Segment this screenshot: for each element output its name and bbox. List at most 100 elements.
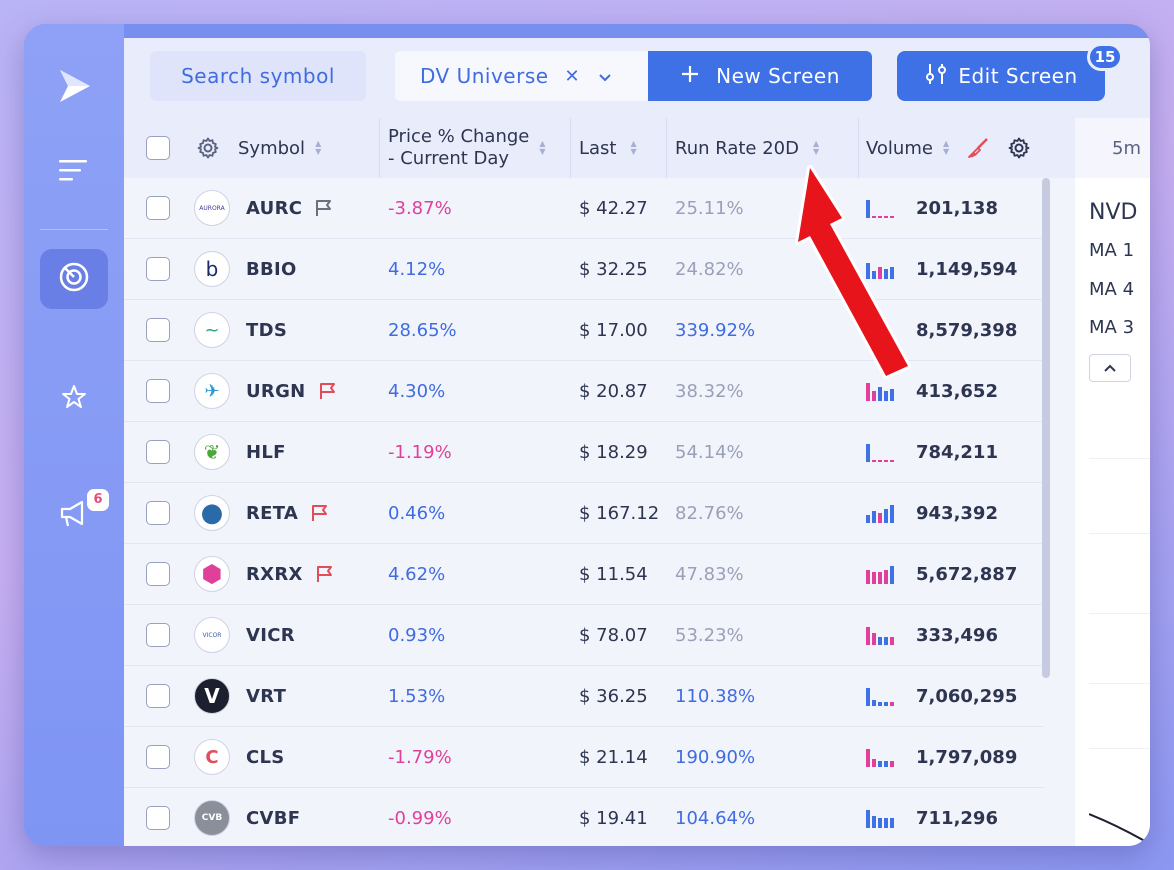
edit-screen-label: Edit Screen: [958, 64, 1078, 88]
column-header-symbol[interactable]: Symbol ▲ ▼: [238, 118, 321, 178]
last-price-cell: $ 36.25: [579, 685, 648, 707]
symbol-cell[interactable]: HLF: [246, 422, 286, 482]
run-rate-cell: 38.32%: [675, 380, 744, 402]
row-checkbox[interactable]: [146, 483, 170, 543]
sliders-icon: [924, 62, 948, 91]
brush-icon[interactable]: [966, 118, 990, 178]
table-row[interactable]: b BBIO 4.12% $ 32.25 24.82% 1,149,594: [124, 239, 1044, 300]
symbol-cell[interactable]: VRT: [246, 666, 286, 726]
price-change-cell: -1.19%: [388, 441, 452, 463]
company-logo: VICOR: [194, 605, 230, 665]
company-logo: V: [194, 666, 230, 726]
toolbar: Search symbol DV Universe ✕ New Screen E…: [124, 38, 1150, 118]
run-rate-cell: 53.23%: [675, 624, 744, 646]
sidebar-item-watchlist[interactable]: [40, 369, 108, 429]
run-rate-cell: 25.11%: [675, 197, 744, 219]
symbol-cell[interactable]: BBIO: [246, 239, 297, 299]
row-checkbox[interactable]: [146, 422, 170, 482]
row-checkbox[interactable]: [146, 605, 170, 665]
column-header-price-change[interactable]: Price % Change - Current Day ▲ ▼: [388, 118, 546, 178]
last-price-cell: $ 17.00: [579, 319, 648, 341]
symbol-cell[interactable]: AURC: [246, 178, 334, 238]
table-row[interactable]: ✈ URGN 4.30% $ 20.87 38.32% 413,652: [124, 361, 1044, 422]
column-header-last[interactable]: Last ▲ ▼: [579, 118, 637, 178]
table-header: Symbol ▲ ▼ Price % Change - Current Day ▲…: [124, 118, 1075, 178]
column-header-volume[interactable]: Volume ▲ ▼: [866, 118, 949, 178]
table-scrollbar[interactable]: [1042, 178, 1050, 678]
row-checkbox[interactable]: [146, 178, 170, 238]
price-change-cell: -1.79%: [388, 746, 452, 768]
flag-icon[interactable]: [310, 503, 330, 523]
company-logo: C: [194, 727, 230, 787]
column-divider: [570, 118, 571, 178]
chart-panel: 5m NVD MA 1 MA 4 MA 3: [1075, 118, 1150, 846]
table-row[interactable]: ● RETA 0.46% $ 167.12 82.76% 943,392: [124, 483, 1044, 544]
table-row[interactable]: V VRT 1.53% $ 36.25 110.38% 7,060,295: [124, 666, 1044, 727]
universe-label: DV Universe: [420, 64, 549, 88]
clear-universe-icon[interactable]: ✕: [565, 66, 580, 87]
chart-gridline: [1089, 613, 1150, 614]
chevron-down-icon[interactable]: [598, 64, 612, 88]
row-checkbox[interactable]: [146, 788, 170, 846]
sidebar-item-scanner[interactable]: [40, 249, 108, 309]
sort-icon: ▲ ▼: [539, 139, 546, 156]
flag-icon[interactable]: [315, 564, 335, 584]
ma-line-2: MA 4: [1089, 279, 1135, 300]
symbol-cell[interactable]: TDS: [246, 300, 287, 360]
column-settings-icon[interactable]: [196, 118, 220, 178]
column-header-run-rate[interactable]: Run Rate 20D ▲ ▼: [675, 118, 819, 178]
volume-sparkline: [866, 239, 900, 299]
star-icon: [60, 383, 88, 415]
volume-sparkline: [866, 605, 900, 665]
symbol-cell[interactable]: RETA: [246, 483, 330, 543]
run-rate-cell: 82.76%: [675, 502, 744, 524]
symbol-label: RETA: [246, 502, 299, 524]
table-row[interactable]: CVB CVBF -0.99% $ 19.41 104.64% 711,296: [124, 788, 1044, 846]
app-window: 6 Search symbol DV Universe ✕ New Screen: [24, 24, 1150, 846]
universe-select[interactable]: DV Universe ✕: [395, 51, 649, 101]
row-checkbox[interactable]: [146, 727, 170, 787]
new-screen-button[interactable]: New Screen: [648, 51, 872, 101]
volume-cell: 333,496: [916, 624, 998, 646]
sidebar: 6: [24, 24, 124, 846]
volume-sparkline: [866, 361, 900, 421]
table-row[interactable]: ⬢ RXRX 4.62% $ 11.54 47.83% 5,672,887: [124, 544, 1044, 605]
search-symbol-button[interactable]: Search symbol: [150, 51, 366, 101]
table-row[interactable]: ❦ HLF -1.19% $ 18.29 54.14% 784,211: [124, 422, 1044, 483]
table-row[interactable]: AURORA AURC -3.87% $ 42.27 25.11% 201,138: [124, 178, 1044, 239]
run-rate-cell: 104.64%: [675, 807, 756, 829]
chart-timeframe-bar: 5m: [1075, 118, 1150, 178]
run-rate-cell: 339.92%: [675, 319, 756, 341]
app-logo[interactable]: [40, 58, 108, 118]
flag-icon[interactable]: [314, 198, 334, 218]
symbol-label: VICR: [246, 624, 295, 646]
table-row[interactable]: VICOR VICR 0.93% $ 78.07 53.23% 333,496: [124, 605, 1044, 666]
table-row[interactable]: ~ TDS 28.65% $ 17.00 339.92% 8,579,398: [124, 300, 1044, 361]
company-logo: ⬢: [194, 544, 230, 604]
row-checkbox[interactable]: [146, 300, 170, 360]
table-settings-icon[interactable]: [1007, 118, 1031, 178]
select-all-checkbox[interactable]: [146, 118, 170, 178]
row-checkbox[interactable]: [146, 666, 170, 726]
row-checkbox[interactable]: [146, 544, 170, 604]
flag-icon[interactable]: [318, 381, 338, 401]
chart-gridline: [1089, 458, 1150, 459]
symbol-cell[interactable]: URGN: [246, 361, 338, 421]
edit-screen-button[interactable]: Edit Screen: [897, 51, 1105, 101]
volume-cell: 5,672,887: [916, 563, 1018, 585]
last-price-cell: $ 21.14: [579, 746, 648, 768]
price-change-cell: 4.62%: [388, 563, 446, 585]
timeframe-5m[interactable]: 5m: [1112, 138, 1141, 159]
symbol-cell[interactable]: CVBF: [246, 788, 300, 846]
symbol-cell[interactable]: RXRX: [246, 544, 335, 604]
symbol-cell[interactable]: VICR: [246, 605, 295, 665]
play-logo-icon: [56, 68, 92, 108]
menu-button[interactable]: [40, 142, 108, 202]
symbol-cell[interactable]: CLS: [246, 727, 285, 787]
row-checkbox[interactable]: [146, 361, 170, 421]
row-checkbox[interactable]: [146, 239, 170, 299]
table-row[interactable]: C CLS -1.79% $ 21.14 190.90% 1,797,089: [124, 727, 1044, 788]
collapse-legend-button[interactable]: [1089, 354, 1131, 382]
column-divider: [666, 118, 667, 178]
price-change-cell: -3.87%: [388, 197, 452, 219]
